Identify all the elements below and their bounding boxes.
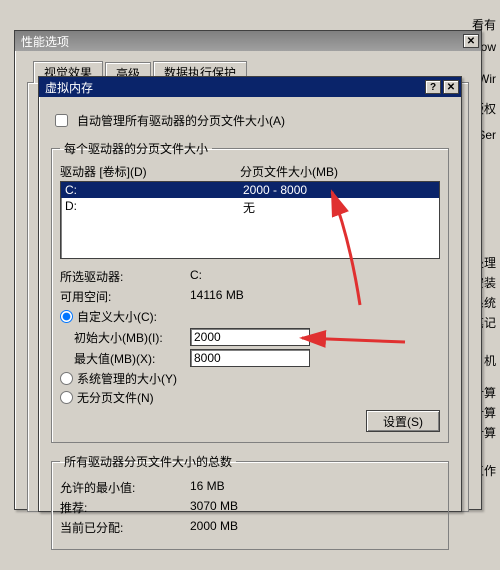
totals-group: 所有驱动器分页文件大小的总数 允许的最小值:16 MB 推荐:3070 MB 当…: [51, 453, 449, 550]
free-space-label: 可用空间:: [60, 288, 190, 305]
perf-titlebar[interactable]: 性能选项 ✕: [15, 31, 481, 51]
initial-size-input[interactable]: [190, 328, 310, 346]
list-item[interactable]: C: 2000 - 8000: [61, 182, 439, 198]
rec-value: 3070 MB: [190, 499, 238, 516]
free-space-row: 可用空间: 14116 MB: [60, 288, 440, 305]
close-icon[interactable]: ✕: [463, 34, 479, 48]
vm-titlebar[interactable]: 虚拟内存 ? ✕: [39, 77, 461, 97]
list-header: 驱动器 [卷标](D) 分页文件大小(MB): [60, 163, 440, 180]
min-label: 允许的最小值:: [60, 479, 190, 496]
list-item[interactable]: D: 无: [61, 198, 439, 217]
auto-manage-checkbox[interactable]: 自动管理所有驱动器的分页文件大小(A): [51, 111, 449, 130]
bg-text: 机: [484, 352, 496, 369]
system-managed-radio[interactable]: 系统管理的大小(Y): [60, 370, 440, 387]
col-drive: 驱动器 [卷标](D): [60, 163, 240, 180]
initial-size-row: 初始大小(MB)(I):: [74, 328, 440, 346]
set-button[interactable]: 设置(S): [366, 410, 440, 432]
drive-cell: C:: [65, 183, 243, 197]
cur-label: 当前已分配:: [60, 519, 190, 536]
auto-manage-label: 自动管理所有驱动器的分页文件大小(A): [77, 112, 285, 129]
vm-title: 虚拟内存: [45, 79, 423, 96]
no-paging-radio[interactable]: 无分页文件(N): [60, 389, 440, 406]
close-icon[interactable]: ✕: [443, 80, 459, 94]
rec-label: 推荐:: [60, 499, 190, 516]
col-pagefile: 分页文件大小(MB): [240, 163, 338, 180]
virtual-memory-dialog: 虚拟内存 ? ✕ 自动管理所有驱动器的分页文件大小(A) 每个驱动器的分页文件大…: [38, 76, 462, 512]
cur-value: 2000 MB: [190, 519, 238, 536]
custom-size-input[interactable]: [60, 310, 73, 323]
pf-cell: 2000 - 8000: [243, 183, 307, 197]
system-managed-label: 系统管理的大小(Y): [77, 370, 177, 387]
selected-drive-row: 所选驱动器: C:: [60, 268, 440, 285]
selected-drive-value: C:: [190, 268, 202, 285]
max-size-label: 最大值(MB)(X):: [74, 350, 190, 367]
free-space-value: 14116 MB: [190, 288, 244, 305]
perf-title: 性能选项: [21, 33, 461, 50]
help-icon[interactable]: ?: [425, 80, 441, 94]
no-paging-input[interactable]: [60, 391, 73, 404]
drive-list[interactable]: C: 2000 - 8000 D: 无: [60, 181, 440, 259]
custom-size-radio[interactable]: 自定义大小(C):: [60, 308, 440, 325]
custom-size-label: 自定义大小(C):: [77, 308, 157, 325]
selected-drive-label: 所选驱动器:: [60, 268, 190, 285]
max-size-row: 最大值(MB)(X):: [74, 349, 440, 367]
drive-cell: D:: [65, 199, 243, 216]
auto-manage-input[interactable]: [55, 114, 68, 127]
no-paging-label: 无分页文件(N): [77, 389, 154, 406]
initial-size-label: 初始大小(MB)(I):: [74, 329, 190, 346]
min-value: 16 MB: [190, 479, 225, 496]
totals-legend: 所有驱动器分页文件大小的总数: [60, 453, 236, 470]
system-managed-input[interactable]: [60, 372, 73, 385]
pf-cell: 无: [243, 199, 255, 216]
per-drive-group: 每个驱动器的分页文件大小 驱动器 [卷标](D) 分页文件大小(MB) C: 2…: [51, 140, 449, 443]
per-drive-legend: 每个驱动器的分页文件大小: [60, 140, 212, 157]
max-size-input[interactable]: [190, 349, 310, 367]
